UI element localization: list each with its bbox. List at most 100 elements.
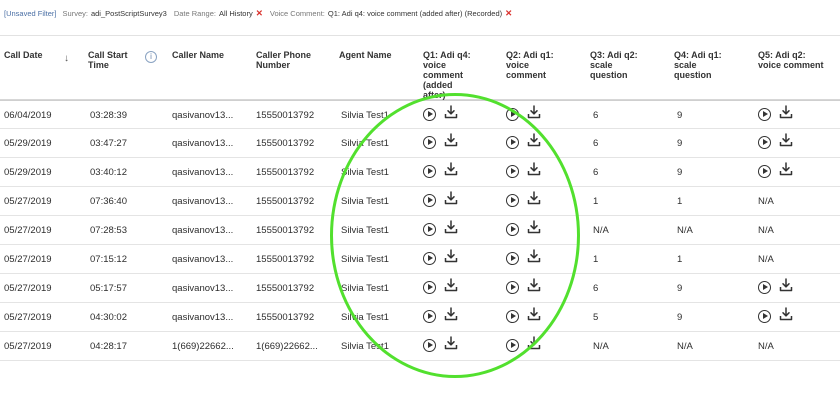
play-icon[interactable] xyxy=(506,165,519,178)
download-icon[interactable] xyxy=(444,307,458,321)
table-row[interactable]: 05/27/2019 04:30:02 qasivanov13... 15550013… xyxy=(0,303,840,332)
play-icon[interactable] xyxy=(506,252,519,265)
download-icon[interactable] xyxy=(779,133,793,147)
q3-cell: 6 xyxy=(593,283,599,294)
call-time-cell: 04:28:17 xyxy=(90,341,127,352)
unsaved-filter-label[interactable]: [Unsaved Filter] xyxy=(4,9,57,18)
download-icon[interactable] xyxy=(527,105,541,119)
col-header-q5[interactable]: Q5: Adi q2: voice comment xyxy=(758,50,824,70)
play-icon[interactable] xyxy=(423,281,436,294)
filter-key: Date Range: xyxy=(173,8,216,18)
col-header-label: voice xyxy=(506,60,530,70)
download-icon[interactable] xyxy=(527,191,541,205)
caller-phone-cell: 15550013792 xyxy=(256,167,315,178)
table-row[interactable]: 05/27/2019 07:36:40 qasivanov13... 15550013… xyxy=(0,187,840,216)
play-icon[interactable] xyxy=(423,339,436,352)
play-icon[interactable] xyxy=(506,108,519,121)
col-header-caller-phone[interactable]: Caller Phone Number xyxy=(256,50,311,70)
agent-name-cell: Silvia Test1 xyxy=(341,254,389,265)
col-header-label: scale xyxy=(590,60,613,70)
q4-cell: N/A xyxy=(677,225,693,236)
col-header-q3[interactable]: Q3: Adi q2: scale question xyxy=(590,50,638,80)
agent-name-cell: Silvia Test1 xyxy=(341,225,389,236)
play-icon[interactable] xyxy=(423,223,436,236)
call-date-cell: 05/29/2019 xyxy=(4,138,52,149)
col-header-q4[interactable]: Q4: Adi q1: scale question xyxy=(674,50,722,80)
play-icon[interactable] xyxy=(758,281,771,294)
play-icon[interactable] xyxy=(506,310,519,323)
q3-cell: N/A xyxy=(593,341,609,352)
col-header-label: voice comment xyxy=(758,60,824,70)
download-icon[interactable] xyxy=(779,278,793,292)
col-header-agent-name[interactable]: Agent Name xyxy=(339,50,392,60)
col-header-label: after) xyxy=(423,90,446,100)
table-body: 06/04/2019 03:28:39 qasivanov13... 15550013… xyxy=(0,100,840,361)
play-icon[interactable] xyxy=(423,252,436,265)
col-header-label: Q1: Adi q4: xyxy=(423,50,471,60)
remove-filter-icon[interactable]: ✕ xyxy=(256,8,263,19)
table-row[interactable]: 05/29/2019 03:47:27 qasivanov13... 15550013… xyxy=(0,129,840,158)
play-icon[interactable] xyxy=(423,136,436,149)
play-icon[interactable] xyxy=(506,223,519,236)
play-icon[interactable] xyxy=(758,108,771,121)
play-icon[interactable] xyxy=(423,108,436,121)
col-header-q2[interactable]: Q2: Adi q1: voice comment xyxy=(506,50,554,80)
table-row[interactable]: 05/27/2019 07:15:12 qasivanov13... 15550013… xyxy=(0,245,840,274)
play-icon[interactable] xyxy=(506,339,519,352)
table-row[interactable]: 05/27/2019 04:28:17 1(669)22662... 1(669)22… xyxy=(0,332,840,361)
download-icon[interactable] xyxy=(527,162,541,176)
play-icon[interactable] xyxy=(506,136,519,149)
download-icon[interactable] xyxy=(527,133,541,147)
q3-cell: 5 xyxy=(593,312,599,323)
play-icon[interactable] xyxy=(758,136,771,149)
play-icon[interactable] xyxy=(423,194,436,207)
table-row[interactable]: 05/27/2019 05:17:57 qasivanov13... 15550013… xyxy=(0,274,840,303)
download-icon[interactable] xyxy=(527,336,541,350)
download-icon[interactable] xyxy=(444,336,458,350)
caller-phone-cell: 15550013792 xyxy=(256,254,315,265)
download-icon[interactable] xyxy=(527,307,541,321)
col-header-call-start-time[interactable]: Call Start Time xyxy=(88,50,128,70)
info-icon[interactable]: i xyxy=(145,51,157,63)
agent-name-cell: Silvia Test1 xyxy=(341,196,389,207)
download-icon[interactable] xyxy=(444,249,458,263)
download-icon[interactable] xyxy=(779,105,793,119)
play-icon[interactable] xyxy=(758,165,771,178)
download-icon[interactable] xyxy=(444,220,458,234)
table-row[interactable]: 05/29/2019 03:40:12 qasivanov13... 15550013… xyxy=(0,158,840,187)
play-icon[interactable] xyxy=(506,281,519,294)
call-time-cell: 05:17:57 xyxy=(90,283,127,294)
play-icon[interactable] xyxy=(758,310,771,323)
download-icon[interactable] xyxy=(444,162,458,176)
download-icon[interactable] xyxy=(444,278,458,292)
caller-phone-cell: 15550013792 xyxy=(256,196,315,207)
call-time-cell: 07:36:40 xyxy=(90,196,127,207)
remove-filter-icon[interactable]: ✕ xyxy=(505,8,512,19)
caller-name-cell: qasivanov13... xyxy=(172,312,234,323)
caller-phone-cell: 15550013792 xyxy=(256,225,315,236)
download-icon[interactable] xyxy=(527,249,541,263)
col-header-q1[interactable]: Q1: Adi q4: voice comment (added after) xyxy=(423,50,471,100)
table-row[interactable]: 06/04/2019 03:28:39 qasivanov13... 15550013… xyxy=(0,100,840,129)
download-icon[interactable] xyxy=(444,133,458,147)
play-icon[interactable] xyxy=(506,194,519,207)
play-icon[interactable] xyxy=(423,310,436,323)
call-time-cell: 04:30:02 xyxy=(90,312,127,323)
col-header-caller-name[interactable]: Caller Name xyxy=(172,50,224,60)
table-row[interactable]: 05/27/2019 07:28:53 qasivanov13... 15550013… xyxy=(0,216,840,245)
download-icon[interactable] xyxy=(527,220,541,234)
download-icon[interactable] xyxy=(444,191,458,205)
call-date-cell: 05/27/2019 xyxy=(4,283,52,294)
calls-table: Call Date ↓ Call Start Time i Caller Nam… xyxy=(0,44,840,361)
download-icon[interactable] xyxy=(527,278,541,292)
col-header-label: question xyxy=(674,70,712,80)
caller-phone-cell: 15550013792 xyxy=(256,312,315,323)
download-icon[interactable] xyxy=(779,162,793,176)
sort-down-icon[interactable]: ↓ xyxy=(64,53,69,64)
download-icon[interactable] xyxy=(444,105,458,119)
download-icon[interactable] xyxy=(779,307,793,321)
call-date-cell: 05/27/2019 xyxy=(4,341,52,352)
q3-cell: 1 xyxy=(593,196,599,207)
col-header-call-date[interactable]: Call Date xyxy=(4,50,43,60)
play-icon[interactable] xyxy=(423,165,436,178)
